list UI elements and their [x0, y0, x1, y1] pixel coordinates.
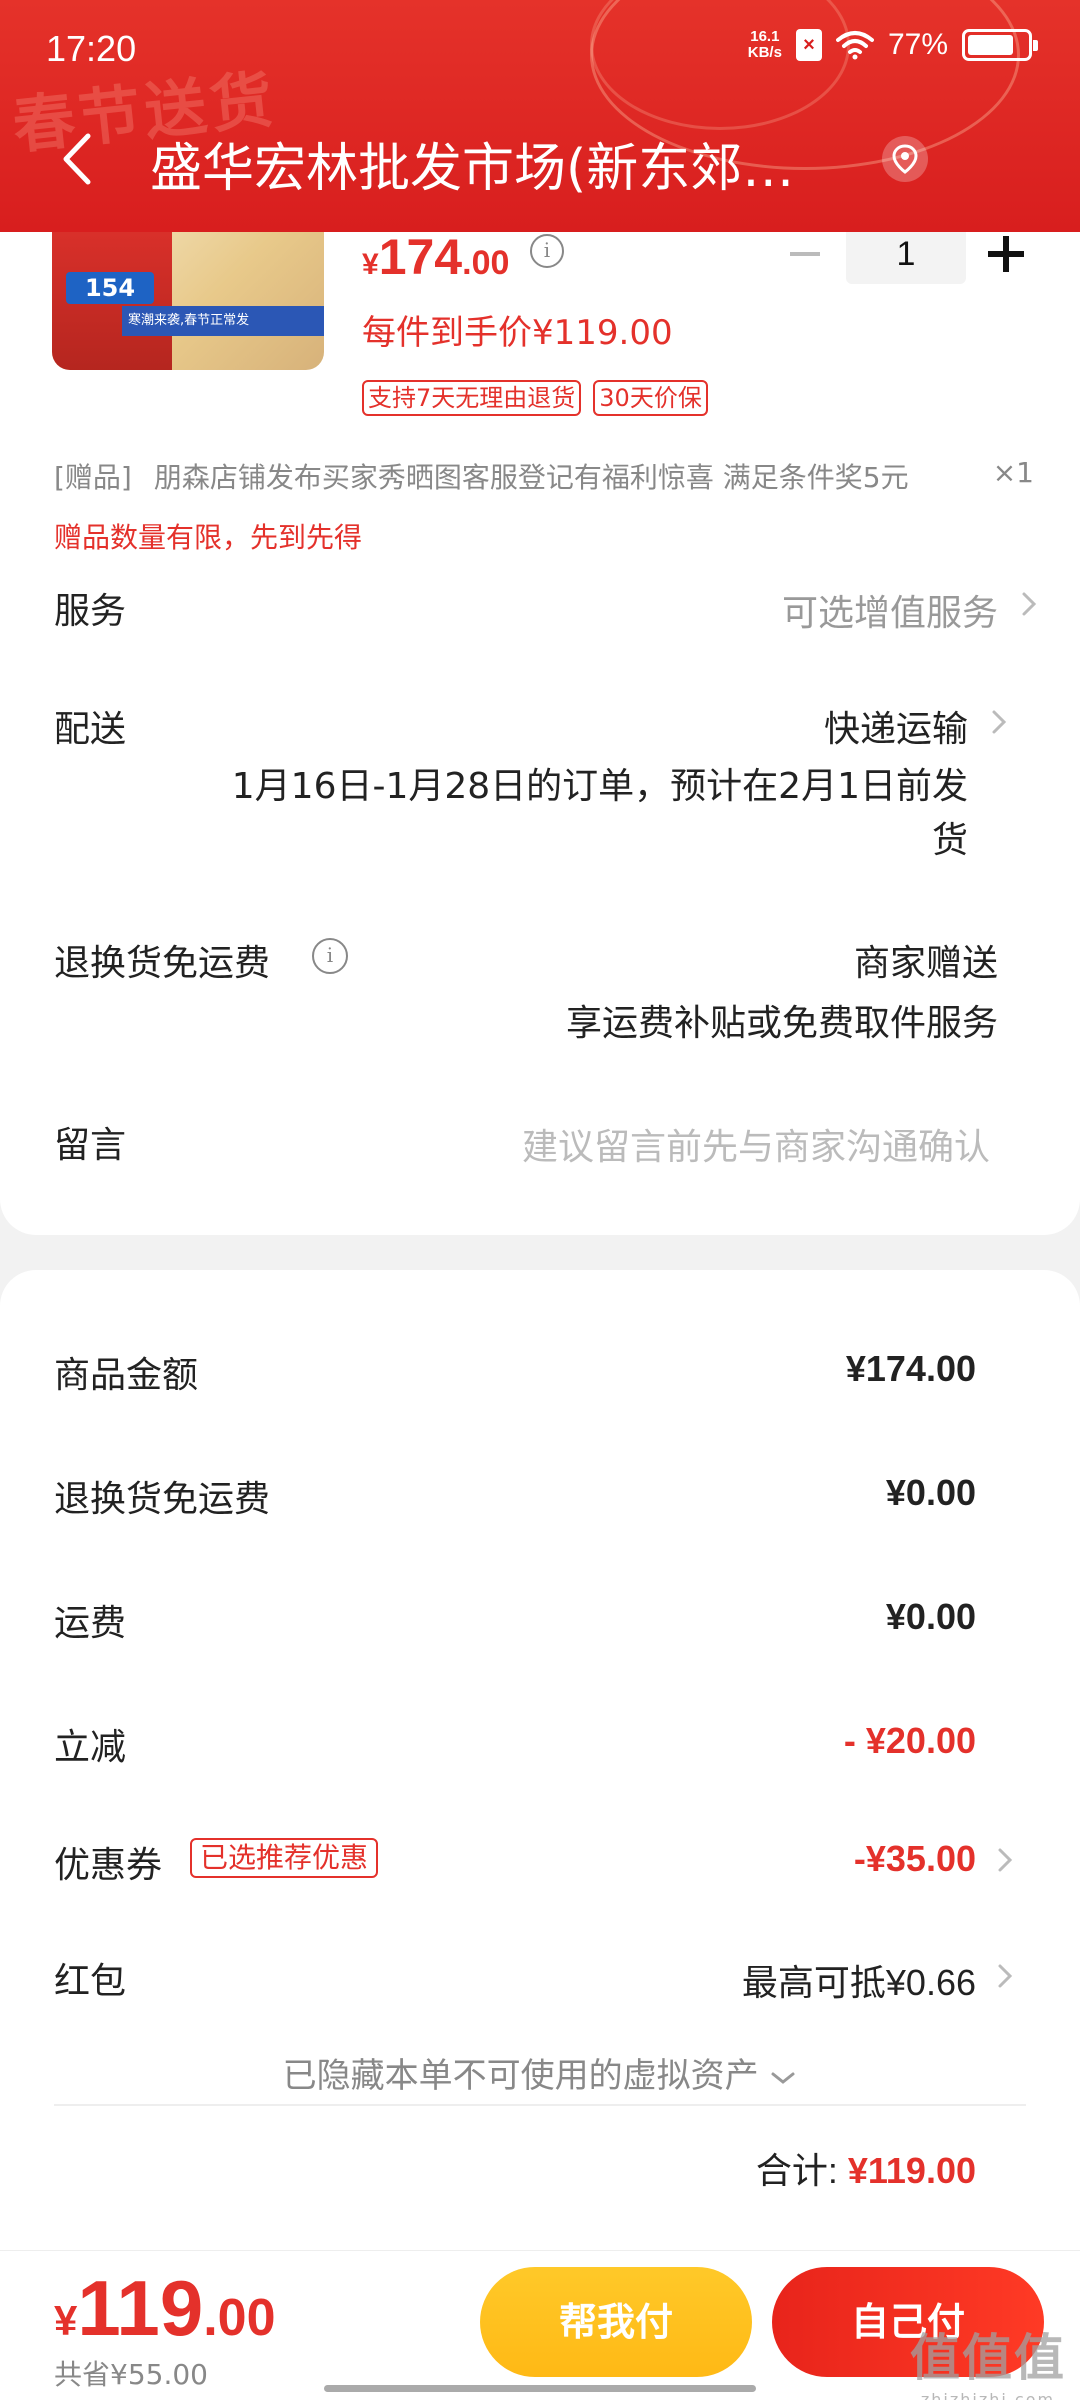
quantity-minus-button[interactable]: [790, 252, 820, 256]
back-button[interactable]: [52, 124, 112, 194]
price-integer: 174: [378, 229, 463, 285]
goods-amount-value: ¥174.00: [845, 1348, 976, 1389]
gift-quantity: ×1: [992, 456, 1034, 489]
price-info-icon[interactable]: i: [530, 234, 564, 268]
chevron-right-icon[interactable]: [988, 706, 1010, 738]
quantity-plus-button[interactable]: [988, 236, 1024, 272]
status-time: 17:20: [46, 28, 137, 69]
return-info-icon[interactable]: i: [312, 938, 348, 974]
network-speed-unit: KB/s: [747, 44, 782, 61]
product-image-price: 154: [66, 272, 154, 304]
price-symbol: ¥: [362, 248, 379, 281]
instant-discount-label: 立减: [54, 1727, 127, 1768]
total-value: ¥119.00: [847, 2150, 976, 2191]
gift-row: [赠品] 朋森店铺发布买家秀晒图客服登记有福利惊喜 满足条件奖5元 ×1: [54, 456, 1034, 496]
unit-price: 每件到手价¥119.00: [362, 313, 673, 353]
no-sim-icon: ×: [795, 29, 822, 61]
gift-note: 赠品数量有限，先到先得: [54, 521, 363, 554]
coupon-badge: 已选推荐优惠: [190, 1838, 379, 1878]
nav-bar: 盛华宏林批发市场(新东郊…: [0, 110, 1080, 210]
hidden-assets-toggle[interactable]: 已隐藏本单不可使用的虚拟资产: [0, 2048, 1080, 2097]
help-me-pay-button[interactable]: 帮我付: [480, 2267, 752, 2377]
pay-symbol: ¥: [54, 2297, 78, 2344]
payable-amount: ¥119.00: [54, 2263, 276, 2354]
product-image[interactable]: 154 寒潮来袭,春节正常发: [52, 230, 324, 370]
location-button[interactable]: [882, 136, 928, 182]
battery-icon: [962, 29, 1038, 61]
pay-integer: 119: [77, 2264, 204, 2352]
delivery-value[interactable]: 快递运输: [824, 700, 968, 752]
hidden-assets-text: 已隐藏本单不可使用的虚拟资产: [282, 2056, 759, 2096]
price-decimal: .00: [462, 244, 510, 282]
goods-amount-label: 商品金额: [54, 1355, 199, 1396]
watermark-main: 值值值: [910, 2329, 1066, 2387]
header: 春节送货 17:20 16.1 KB/s × 77% 盛华宏林批发市场(新东郊…: [0, 0, 1080, 232]
coupon-value[interactable]: -¥35.00: [854, 1838, 976, 1880]
instant-discount-value: - ¥20.00: [843, 1720, 976, 1761]
battery-level: [968, 35, 1013, 55]
return-fee-label: 退换货免运费: [54, 1479, 271, 1520]
quantity-input[interactable]: 1: [846, 224, 966, 284]
status-icons: 16.1 KB/s × 77%: [748, 28, 1038, 62]
battery-percent: 77%: [887, 28, 948, 61]
shipping-fee-label: 运费: [54, 1603, 127, 1644]
total-saved: 共省¥55.00: [54, 2358, 208, 2391]
product-image-banner: 寒潮来袭,春节正常发: [122, 306, 324, 336]
product-tags: 支持7天无理由退货 30天价保: [362, 380, 708, 416]
service-value[interactable]: 可选增值服务: [782, 584, 998, 636]
chevron-right-icon[interactable]: [994, 1960, 1016, 1992]
delivery-label: 配送: [54, 709, 127, 750]
chevron-right-icon[interactable]: [1018, 588, 1040, 620]
return-shipping-label: 退换货免运费: [54, 943, 271, 984]
product-price: ¥174.00: [362, 228, 509, 286]
total-label: 合计:: [755, 2150, 838, 2191]
service-label: 服务: [54, 591, 127, 632]
status-bar: 17:20 16.1 KB/s × 77%: [0, 0, 1080, 100]
gift-label: [赠品]: [54, 461, 132, 494]
location-pin-icon: [892, 144, 918, 174]
pay-decimal: .00: [203, 2289, 276, 2347]
chevron-right-icon[interactable]: [994, 1844, 1016, 1876]
return-fee-value: ¥0.00: [885, 1472, 976, 1513]
chevron-left-icon: [63, 133, 91, 185]
return-shipping-subtext: 享运费补贴或免费取件服务: [565, 1003, 998, 1044]
shipping-fee-value: ¥0.00: [885, 1596, 976, 1637]
red-packet-value[interactable]: 最高可抵¥0.66: [742, 1954, 976, 2006]
tag-return-policy: 支持7天无理由退货: [362, 380, 582, 416]
watermark-logo: 值值值 zhizhizhi.com: [910, 2318, 1066, 2400]
chevron-down-icon: [771, 2072, 795, 2084]
total-row: 合计: ¥119.00: [756, 2142, 976, 2194]
network-speed: 16.1 KB/s: [748, 29, 782, 61]
message-input[interactable]: 建议留言前先与商家沟通确认: [522, 1118, 990, 1170]
red-packet-label: 红包: [54, 1961, 127, 2002]
divider: [54, 2104, 1026, 2106]
wifi-icon: [835, 31, 874, 60]
return-shipping-value: 商家赠送: [853, 943, 998, 984]
gift-text: 朋森店铺发布买家秀晒图客服登记有福利惊喜 满足条件奖5元: [153, 461, 909, 494]
delivery-note: 1月16日-1月28日的订单，预计在2月1日前发货: [231, 766, 968, 861]
coupon-label: 优惠券: [54, 1845, 163, 1886]
tag-price-protection: 30天价保: [593, 380, 708, 416]
order-detail-card: 154 寒潮来袭,春节正常发 ¥174.00 i 1 每件到手价¥119.00 …: [0, 200, 1080, 1235]
watermark-sub: zhizhizhi.com: [920, 2390, 1056, 2400]
network-speed-value: 16.1: [750, 28, 780, 45]
home-indicator[interactable]: [324, 2385, 756, 2392]
message-label: 留言: [54, 1125, 127, 1166]
price-summary-card: 商品金额 ¥174.00 退换货免运费 ¥0.00 运费 ¥0.00 立减 - …: [0, 1270, 1080, 2255]
store-title[interactable]: 盛华宏林批发市场(新东郊…: [150, 126, 840, 201]
